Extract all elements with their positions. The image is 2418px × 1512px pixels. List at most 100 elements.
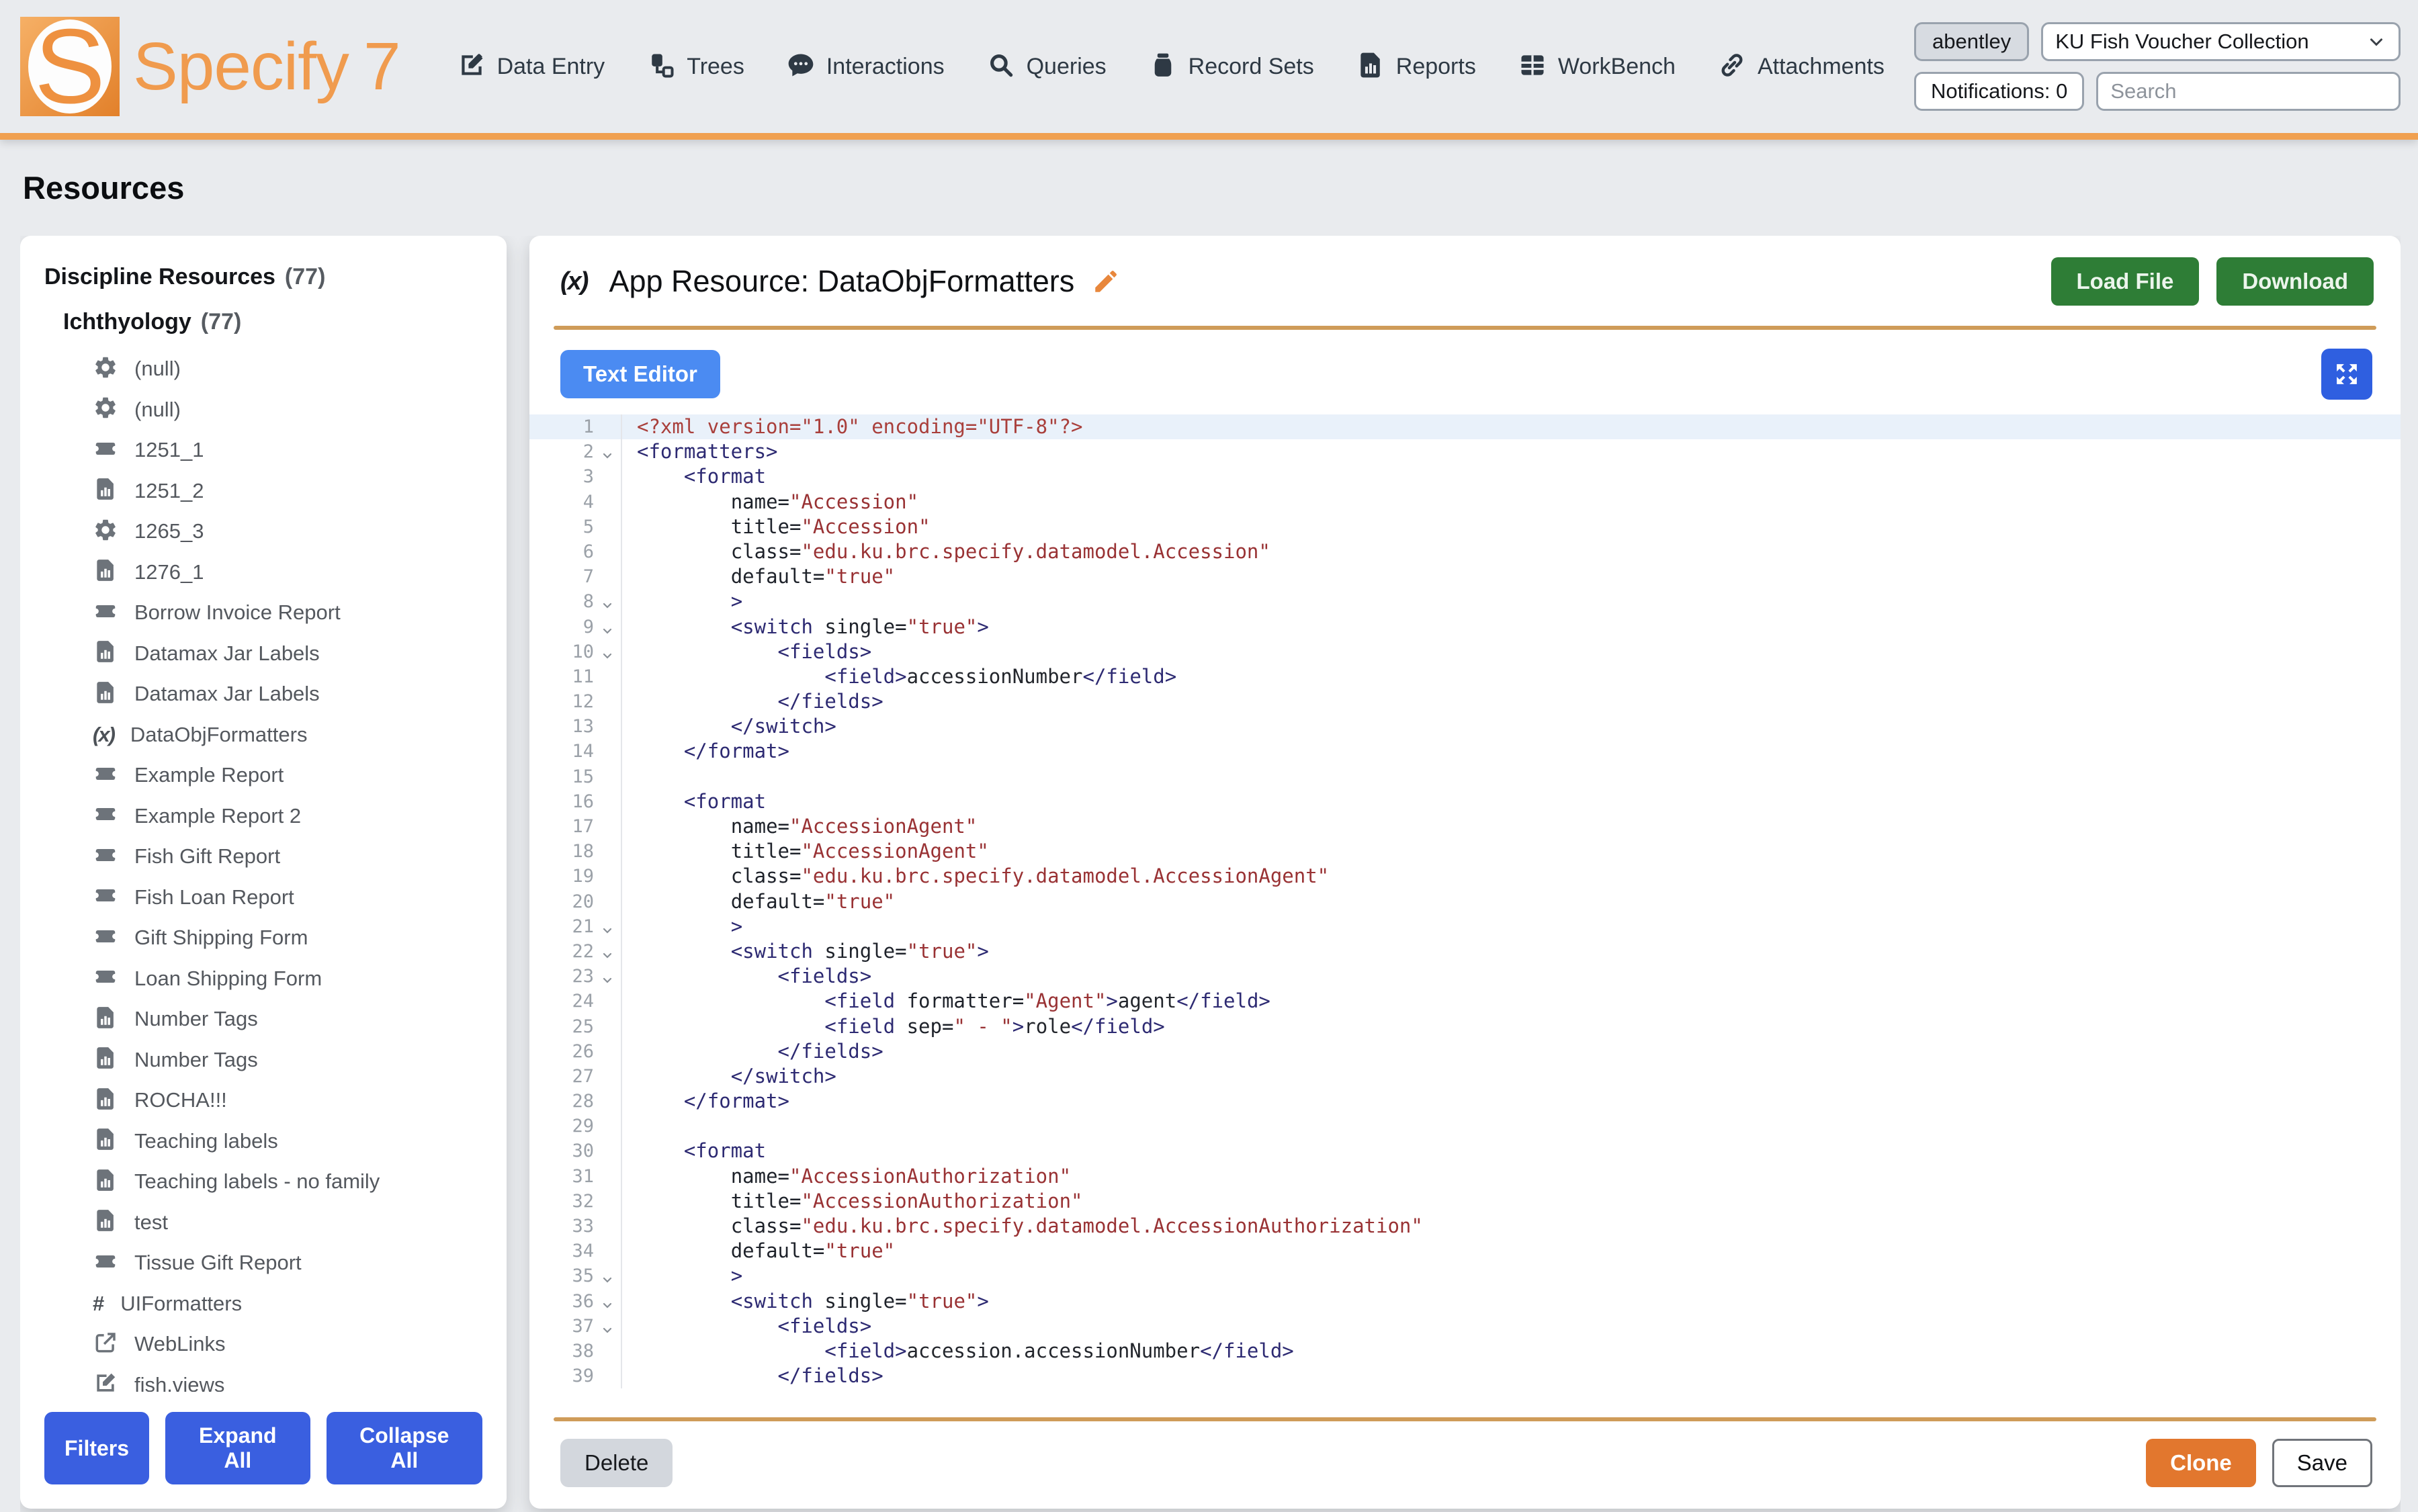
code-text[interactable]: > (621, 589, 2401, 614)
code-text[interactable]: default="true" (621, 1239, 2401, 1263)
code-text[interactable]: <field formatter="Agent">agent</field> (621, 989, 2401, 1014)
resource-item-example-report-2[interactable]: Example Report 2 (93, 796, 482, 837)
code-text[interactable]: name="Accession" (621, 490, 2401, 515)
code-text[interactable]: </switch> (621, 1064, 2401, 1089)
search-input[interactable] (2096, 72, 2401, 111)
code-text[interactable]: title="AccessionAgent" (621, 839, 2401, 864)
code-text[interactable] (621, 764, 2401, 789)
nav-item-queries[interactable]: Queries (986, 50, 1107, 83)
tree-node-ichthyology[interactable]: Ichthyology(77) (63, 309, 482, 335)
code-text[interactable]: <fields> (621, 1314, 2401, 1339)
code-text[interactable]: </fields> (621, 689, 2401, 714)
xml-code-editor[interactable]: 1<?xml version="1.0" encoding="UTF-8"?>2… (529, 413, 2401, 1417)
code-text[interactable]: default="true" (621, 564, 2401, 589)
code-text[interactable]: class="edu.ku.brc.specify.datamodel.Acce… (621, 864, 2401, 889)
code-text[interactable]: <switch single="true"> (621, 1289, 2401, 1314)
specify-logo[interactable]: S Specify7 (20, 17, 400, 116)
code-text[interactable]: title="AccessionAuthorization" (621, 1189, 2401, 1214)
code-text[interactable]: title="Accession" (621, 515, 2401, 539)
code-text[interactable]: </format> (621, 1089, 2401, 1114)
code-text[interactable]: </format> (621, 739, 2401, 764)
code-text[interactable]: <fields> (621, 639, 2401, 664)
resource-item-uiformatters[interactable]: #UIFormatters (93, 1284, 482, 1325)
code-text[interactable]: <field>accessionNumber</field> (621, 664, 2401, 689)
collection-select[interactable]: KU Fish Voucher Collection (2041, 22, 2401, 61)
user-button[interactable]: abentley (1914, 22, 2029, 61)
code-text[interactable]: <format (621, 464, 2401, 489)
fold-toggle-icon[interactable] (594, 589, 621, 614)
code-text[interactable] (621, 1114, 2401, 1139)
code-text[interactable]: <field sep=" - ">role</field> (621, 1014, 2401, 1039)
code-text[interactable]: > (621, 1263, 2401, 1288)
code-text[interactable]: > (621, 914, 2401, 939)
resource-item-example-report[interactable]: Example Report (93, 755, 482, 796)
fold-toggle-icon[interactable] (594, 1289, 621, 1314)
code-text[interactable]: class="edu.ku.brc.specify.datamodel.Acce… (621, 539, 2401, 564)
resource-item-number-tags[interactable]: Number Tags (93, 999, 482, 1040)
resource-item-1251-2[interactable]: 1251_2 (93, 471, 482, 512)
resource-item-gift-shipping-form[interactable]: Gift Shipping Form (93, 918, 482, 959)
resource-item-fish-loan-report[interactable]: Fish Loan Report (93, 877, 482, 918)
resource-item-datamax-jar-labels[interactable]: Datamax Jar Labels (93, 633, 482, 674)
resource-item-tissue-gift-report[interactable]: Tissue Gift Report (93, 1243, 482, 1284)
nav-item-interactions[interactable]: Interactions (786, 50, 945, 83)
tree-node-discipline-resources[interactable]: Discipline Resources(77) (44, 264, 482, 290)
save-button[interactable]: Save (2272, 1439, 2372, 1487)
code-text[interactable]: class="edu.ku.brc.specify.datamodel.Acce… (621, 1214, 2401, 1239)
resource-item-1251-1[interactable]: 1251_1 (93, 430, 482, 471)
code-text[interactable]: <switch single="true"> (621, 615, 2401, 639)
nav-item-data-entry[interactable]: Data Entry (457, 50, 605, 83)
resource-item-weblinks[interactable]: WebLinks (93, 1324, 482, 1365)
clone-button[interactable]: Clone (2146, 1439, 2256, 1487)
delete-button[interactable]: Delete (560, 1439, 673, 1487)
resource-item-borrow-invoice-report[interactable]: Borrow Invoice Report (93, 592, 482, 633)
fold-toggle-icon[interactable] (594, 939, 621, 964)
code-text[interactable]: <field>accession.accessionNumber</field> (621, 1339, 2401, 1364)
resource-item-datamax-jar-labels[interactable]: Datamax Jar Labels (93, 674, 482, 715)
load-file-button[interactable]: Load File (2051, 257, 2200, 306)
fold-toggle-icon[interactable] (594, 639, 621, 664)
resource-item-fish-gift-report[interactable]: Fish Gift Report (93, 836, 482, 877)
code-text[interactable]: </fields> (621, 1039, 2401, 1064)
filters-button[interactable]: Filters (44, 1412, 149, 1484)
resource-item-loan-shipping-form[interactable]: Loan Shipping Form (93, 959, 482, 999)
code-text[interactable]: default="true" (621, 889, 2401, 914)
download-button[interactable]: Download (2216, 257, 2374, 306)
resource-item-number-tags[interactable]: Number Tags (93, 1040, 482, 1081)
fold-toggle-icon[interactable] (594, 964, 621, 989)
code-text[interactable]: <format (621, 789, 2401, 814)
resource-item-teaching-labels[interactable]: Teaching labels (93, 1121, 482, 1162)
resource-item-1276-1[interactable]: 1276_1 (93, 552, 482, 593)
nav-item-attachments[interactable]: Attachments (1717, 50, 1885, 83)
fold-toggle-icon[interactable] (594, 1314, 621, 1339)
resource-item-null[interactable]: (null) (93, 390, 482, 431)
collapse-all-button[interactable]: Collapse All (327, 1412, 482, 1484)
resource-item-teaching-labels-no-family[interactable]: Teaching labels - no family (93, 1161, 482, 1202)
code-text[interactable]: </fields> (621, 1364, 2401, 1388)
code-text[interactable]: name="AccessionAuthorization" (621, 1164, 2401, 1189)
code-text[interactable]: <formatters> (621, 439, 2401, 464)
fold-toggle-icon[interactable] (594, 1263, 621, 1288)
code-text[interactable]: <fields> (621, 964, 2401, 989)
resource-item-null[interactable]: (null) (93, 349, 482, 390)
code-text[interactable]: <format (621, 1139, 2401, 1163)
fold-toggle-icon[interactable] (594, 615, 621, 639)
code-text[interactable]: <?xml version="1.0" encoding="UTF-8"?> (621, 414, 2401, 439)
nav-item-trees[interactable]: Trees (646, 50, 744, 83)
fold-toggle-icon[interactable] (594, 914, 621, 939)
edit-title-button[interactable] (1092, 267, 1120, 296)
notifications-button[interactable]: Notifications: 0 (1914, 72, 2084, 111)
resource-item-test[interactable]: test (93, 1202, 482, 1243)
expand-all-button[interactable]: Expand All (165, 1412, 310, 1484)
text-editor-tab[interactable]: Text Editor (560, 350, 720, 398)
code-text[interactable]: name="AccessionAgent" (621, 814, 2401, 839)
resource-item-1265-3[interactable]: 1265_3 (93, 511, 482, 552)
resource-item-rocha[interactable]: ROCHA!!! (93, 1080, 482, 1121)
nav-item-reports[interactable]: Reports (1356, 50, 1476, 83)
nav-item-workbench[interactable]: WorkBench (1518, 50, 1676, 83)
fullscreen-button[interactable] (2321, 349, 2372, 400)
code-text[interactable]: <switch single="true"> (621, 939, 2401, 964)
code-text[interactable]: </switch> (621, 714, 2401, 739)
resource-item-fish-views[interactable]: fish.views (93, 1365, 482, 1392)
nav-item-record-sets[interactable]: Record Sets (1148, 50, 1314, 83)
